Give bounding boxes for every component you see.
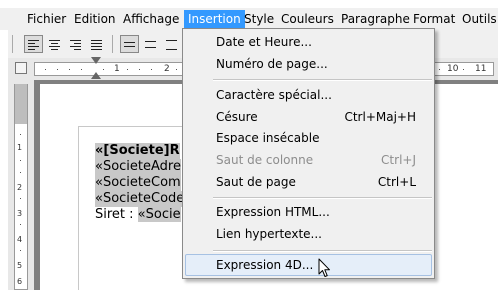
doc-field-societe[interactable]: «[Societe]R xyxy=(95,143,180,159)
line-spacing-double-icon[interactable] xyxy=(162,35,181,53)
menu-item-label: Saut de colonne xyxy=(216,153,314,167)
menu-item-caractere-special[interactable]: Caractère spécial... xyxy=(185,84,432,106)
menu-item-label: Césure xyxy=(216,110,258,124)
ruler-number: 11 xyxy=(475,64,487,74)
menu-item-shortcut: Ctrl+L xyxy=(377,175,416,189)
menu-item-label: Expression HTML... xyxy=(216,205,330,219)
align-left-icon[interactable] xyxy=(24,35,43,53)
menu-insertion[interactable]: Insertion xyxy=(184,10,245,28)
align-center-icon[interactable] xyxy=(45,35,64,53)
doc-line-siret: Siret : «Socie xyxy=(95,207,181,223)
window-left-edge xyxy=(0,0,8,290)
menu-item-label: Date et Heure... xyxy=(216,35,312,49)
ruler-number: 1 xyxy=(114,64,120,74)
menu-item-espace-insecable[interactable]: Espace insécable xyxy=(185,127,432,149)
siret-label: Siret : xyxy=(95,207,138,222)
toolbar-separator xyxy=(112,35,113,53)
menu-item-label: Caractère spécial... xyxy=(216,88,332,102)
menu-item-expression-html[interactable]: Expression HTML... xyxy=(185,201,432,223)
vruler-number: 5 xyxy=(17,261,23,270)
vruler-number: 1 xyxy=(17,143,23,152)
menu-separator xyxy=(213,197,432,199)
menu-item-shortcut: Ctrl+Maj+H xyxy=(344,110,416,124)
line-spacing-medium-icon[interactable] xyxy=(141,35,160,53)
menu-outils[interactable]: Outils xyxy=(458,11,498,27)
menu-item-date-heure[interactable]: Date et Heure... xyxy=(185,31,432,53)
doc-field-societe-adresse[interactable]: «SocieteAdre xyxy=(95,159,181,175)
menu-item-label: Lien hypertexte... xyxy=(216,227,322,241)
menu-paragraphe[interactable]: Paragraphe xyxy=(337,11,414,27)
menu-item-label: Saut de page xyxy=(216,175,296,189)
vertical-ruler-margin xyxy=(15,84,27,124)
doc-field-societe-complement[interactable]: «SocieteCom xyxy=(95,175,181,191)
doc-field-siret[interactable]: «Socie xyxy=(137,207,181,222)
menu-edition[interactable]: Edition xyxy=(70,11,120,27)
justify-icon[interactable] xyxy=(87,35,106,53)
first-line-indent-marker[interactable] xyxy=(91,57,101,64)
menu-separator xyxy=(213,250,432,252)
ruler-number: 2 xyxy=(164,64,170,74)
margin-guide-horizontal xyxy=(78,126,182,127)
vruler-number: 3 xyxy=(17,209,23,218)
left-indent-marker[interactable] xyxy=(91,72,101,79)
margin-guide-vertical xyxy=(78,126,79,290)
menu-item-saut-colonne: Saut de colonne Ctrl+J xyxy=(185,149,432,171)
menu-item-lien-hypertexte[interactable]: Lien hypertexte... xyxy=(185,223,432,245)
vruler-number: 6 xyxy=(17,277,23,286)
menu-item-expression-4d[interactable]: Expression 4D... xyxy=(185,254,432,276)
menu-format[interactable]: Format xyxy=(409,11,459,27)
vruler-number: 4 xyxy=(17,235,23,244)
ruler-corner-button[interactable] xyxy=(15,62,27,74)
toolbar-grip xyxy=(12,35,13,53)
menu-item-label: Expression 4D... xyxy=(216,258,314,272)
menu-item-numero-page[interactable]: Numéro de page... xyxy=(185,53,432,75)
menu-item-label: Espace insécable xyxy=(216,131,320,145)
align-right-icon[interactable] xyxy=(66,35,85,53)
ruler-number: 10 xyxy=(447,64,459,74)
menu-couleurs[interactable]: Couleurs xyxy=(277,11,338,27)
menu-affichage[interactable]: Affichage xyxy=(119,11,183,27)
menu-item-shortcut: Ctrl+J xyxy=(381,153,416,167)
menu-separator xyxy=(213,79,432,81)
menu-item-label: Numéro de page... xyxy=(216,57,328,71)
menu-fichier[interactable]: Fichier xyxy=(23,11,70,27)
menu-item-saut-page[interactable]: Saut de page Ctrl+L xyxy=(185,171,432,193)
insertion-menu: Date et Heure... Numéro de page... Carac… xyxy=(182,28,435,279)
menu-item-cesure[interactable]: Césure Ctrl+Maj+H xyxy=(185,106,432,128)
menu-style[interactable]: Style xyxy=(240,11,278,27)
vruler-number: 2 xyxy=(17,183,23,192)
line-spacing-single-icon[interactable] xyxy=(120,35,139,53)
menu-bar: Fichier Edition Affichage Insertion Styl… xyxy=(0,8,498,30)
mouse-pointer-icon xyxy=(318,258,330,277)
doc-field-societe-code[interactable]: «SocieteCode xyxy=(95,191,185,207)
